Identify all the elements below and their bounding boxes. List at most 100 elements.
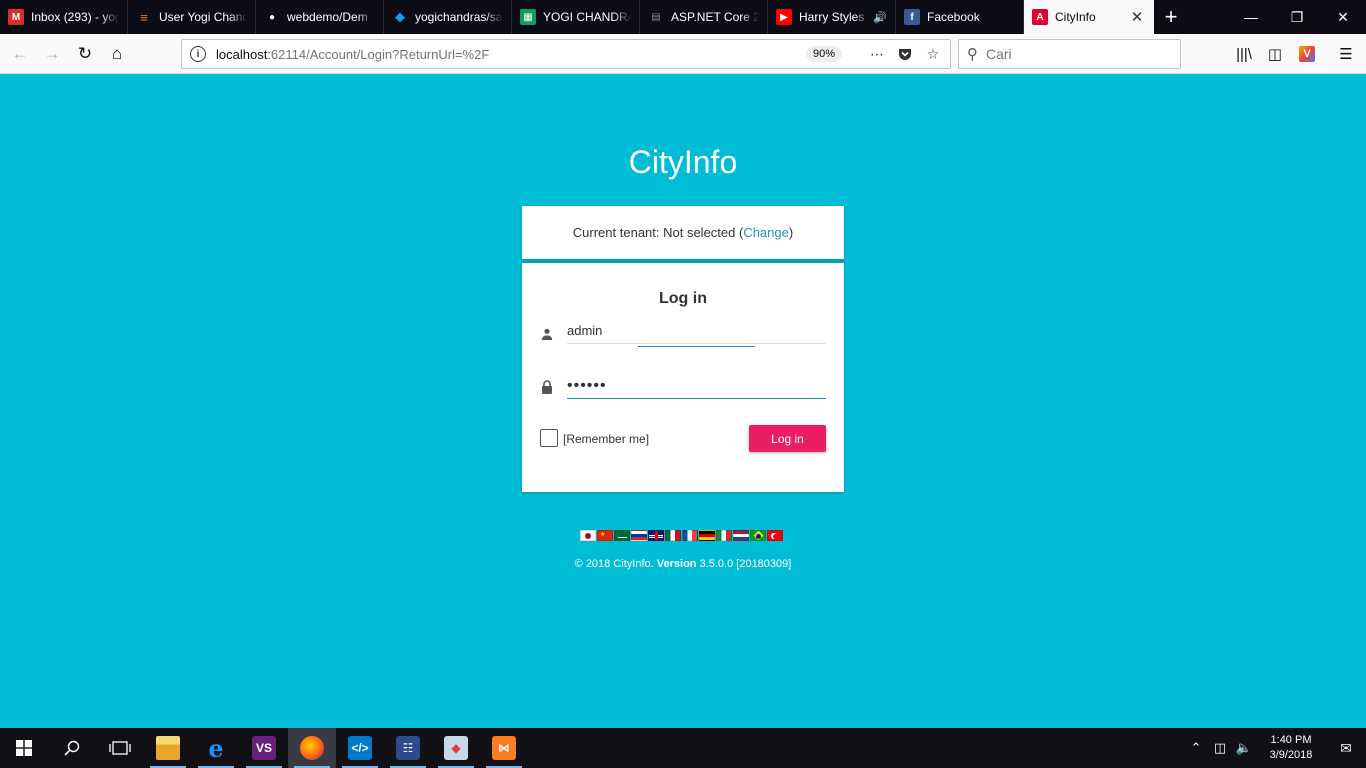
lock-icon — [540, 380, 554, 394]
tab-title: User Yogi Chand — [159, 10, 247, 24]
page-icon: ▤ — [651, 11, 661, 23]
pocket-icon[interactable] — [895, 44, 915, 64]
tab-github[interactable]: ● webdemo/Dem — [256, 0, 384, 34]
flag-saudi-arabia-icon[interactable] — [614, 530, 630, 541]
tab-angular[interactable]: A CityInfo ✕ — [1024, 0, 1154, 34]
sheets-icon: ▦ — [520, 9, 536, 25]
page-title: CityInfo — [628, 144, 738, 180]
tab-youtube[interactable]: ▶ Harry Styles 🔊 — [768, 0, 896, 34]
tab-title: yogichandras/sa — [415, 10, 503, 24]
clock[interactable]: 1:40 PM 3/9/2018 — [1256, 733, 1326, 763]
change-tenant-link[interactable]: Change — [743, 225, 789, 240]
tab-sheets[interactable]: ▦ YOGI CHANDRA — [512, 0, 640, 34]
docker-icon: ◆ — [395, 9, 405, 24]
flag-turkey-icon[interactable] — [767, 530, 783, 541]
menu-icon[interactable]: ☰ — [1330, 38, 1362, 70]
new-tab-button[interactable]: + — [1154, 0, 1188, 34]
system-tray: ⌃ ◫ 🔈 1:40 PM 3/9/2018 ✉ — [1184, 728, 1366, 768]
library-icon[interactable]: |||\ — [1228, 38, 1260, 70]
reload-icon[interactable]: ↻ — [69, 38, 101, 70]
tab-title: Inbox (293) - yog — [31, 10, 119, 24]
xampp-icon[interactable]: ⋈ — [480, 728, 528, 768]
tab-page[interactable]: ▤ ASP.NET Core 2. — [640, 0, 768, 34]
login-title: Log in — [659, 290, 707, 307]
flag-italy-icon[interactable] — [716, 530, 732, 541]
close-tab-icon[interactable]: ✕ — [1128, 8, 1146, 26]
facebook-icon: f — [904, 9, 920, 25]
tab-title: webdemo/Dem — [287, 10, 368, 24]
tenant-card: Current tenant: Not selected (Change) — [522, 206, 844, 262]
zoom-badge[interactable]: 90% — [806, 46, 843, 62]
url-path: :62114/Account/Login?ReturnUrl=%2F — [267, 46, 490, 62]
url-host: localhost — [216, 46, 268, 62]
tab-title: ASP.NET Core 2. — [671, 10, 759, 24]
page-actions-icon[interactable]: ⋯ — [867, 44, 887, 64]
stackoverflow-icon: ≡ — [140, 9, 148, 25]
task-view-icon[interactable] — [96, 728, 144, 768]
clock-time: 1:40 PM — [1270, 734, 1312, 746]
browser-nav-bar: ← → ↻ ⌂ i localhost:62114/Account/Login?… — [0, 34, 1366, 74]
bookmark-star-icon[interactable]: ☆ — [923, 44, 943, 64]
github-icon: ● — [268, 11, 276, 23]
tab-title: CityInfo — [1055, 10, 1096, 24]
remember-me-label[interactable]: [Remember me] — [563, 432, 649, 446]
speaker-icon[interactable]: 🔊 — [873, 11, 887, 24]
tab-docker[interactable]: ◆ yogichandras/sa — [384, 0, 512, 34]
visual-studio-icon[interactable]: VS — [240, 728, 288, 768]
gmail-icon: M — [8, 9, 24, 25]
firefox-icon[interactable] — [288, 728, 336, 768]
tab-title: Facebook — [927, 10, 980, 24]
back-arrow-icon[interactable]: ← — [4, 38, 36, 70]
tab-stackoverflow[interactable]: ≡ User Yogi Chand — [128, 0, 256, 34]
version-value: 3.5.0.0 [20180309] — [699, 558, 792, 570]
tab-gmail[interactable]: M Inbox (293) - yog — [0, 0, 128, 34]
windows-taskbar: e VS </> ☷ ◆ ⋈ ⌃ ◫ 🔈 1:40 PM 3/9/2018 ✉ — [0, 728, 1366, 768]
volume-icon[interactable]: 🔈 — [1232, 740, 1256, 756]
tab-facebook[interactable]: f Facebook — [896, 0, 1024, 34]
notifications-icon[interactable]: ✉ — [1326, 740, 1366, 757]
flag-brazil-icon[interactable] — [750, 530, 766, 541]
close-window-button[interactable]: ✕ — [1320, 0, 1366, 34]
extension-icon[interactable]: V — [1291, 38, 1323, 70]
chevron-up-icon[interactable]: ⌃ — [1184, 740, 1208, 756]
flag-russia-icon[interactable] — [631, 530, 647, 541]
flag-germany-icon[interactable] — [699, 530, 715, 541]
language-flags: ★ — [580, 530, 783, 542]
remember-me-checkbox[interactable] — [540, 429, 558, 447]
footer: © 2018 CityInfo. Version 3.5.0.0 [201803… — [0, 558, 1366, 570]
vscode-icon[interactable]: </> — [336, 728, 384, 768]
clock-date: 3/9/2018 — [1269, 749, 1313, 761]
copyright-text: © 2018 CityInfo. — [574, 558, 654, 570]
tab-title: YOGI CHANDRA — [543, 10, 631, 24]
sidebar-icon[interactable]: ◫ — [1259, 38, 1291, 70]
windows-start-icon[interactable] — [0, 728, 48, 768]
edge-icon[interactable]: e — [192, 728, 240, 768]
network-app-icon[interactable]: ☷ — [384, 728, 432, 768]
network-icon[interactable]: ◫ — [1208, 740, 1232, 756]
flag-france-icon[interactable] — [682, 530, 698, 541]
login-button[interactable]: Log in — [749, 425, 826, 452]
tenant-suffix: ) — [788, 225, 794, 240]
forward-arrow-icon[interactable]: → — [36, 38, 68, 70]
flag-netherlands-icon[interactable] — [733, 530, 749, 541]
flag-japan-icon[interactable] — [580, 530, 596, 541]
search-icon[interactable] — [48, 728, 96, 768]
url-bar[interactable]: i localhost:62114/Account/Login?ReturnUr… — [181, 39, 951, 69]
flag-mexico-icon[interactable] — [665, 530, 681, 541]
browser-tab-bar: M Inbox (293) - yog ≡ User Yogi Chand ● webde… — [0, 0, 1366, 34]
username-focus-indicator — [638, 346, 755, 347]
flag-united-kingdom-icon[interactable] — [648, 530, 664, 541]
tab-strip: M Inbox (293) - yog ≡ User Yogi Chand ● webde… — [0, 0, 1154, 34]
username-input[interactable] — [567, 318, 826, 344]
paint-app-icon[interactable]: ◆ — [432, 728, 480, 768]
search-bar[interactable]: ⚲ Cari — [958, 39, 1181, 69]
home-icon[interactable]: ⌂ — [101, 38, 133, 70]
restore-button[interactable]: ❐ — [1274, 0, 1320, 34]
minimize-button[interactable]: — — [1228, 0, 1274, 34]
file-explorer-icon[interactable] — [144, 728, 192, 768]
login-card: Log in [Remember me] Log in — [522, 263, 844, 492]
flag-china-icon[interactable]: ★ — [597, 530, 613, 541]
site-info-icon[interactable]: i — [190, 46, 206, 62]
angular-icon: A — [1032, 9, 1048, 25]
password-input[interactable] — [567, 373, 826, 399]
